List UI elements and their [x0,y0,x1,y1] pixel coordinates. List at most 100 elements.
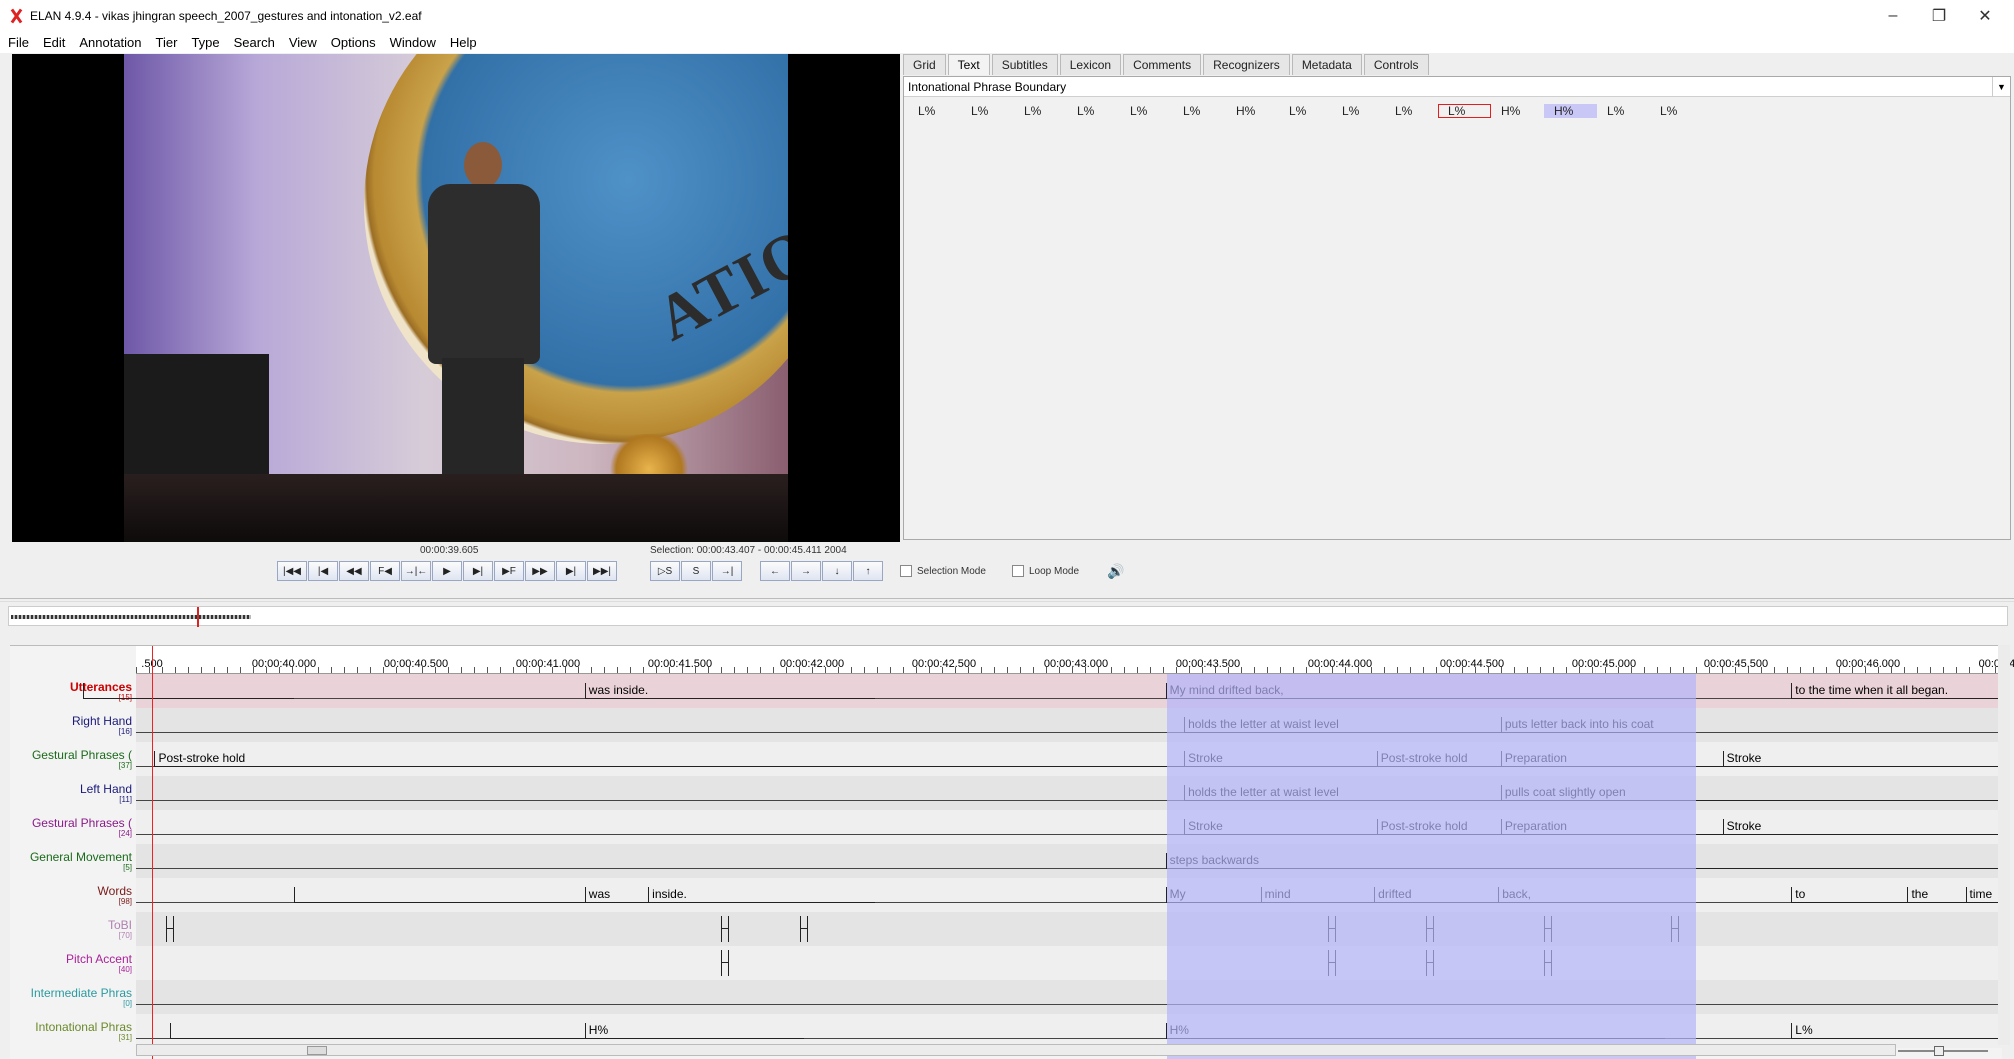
tier-label[interactable]: Gestural Phrases ([24] [10,810,136,844]
annotation[interactable]: to [1791,887,1908,903]
tab-controls[interactable]: Controls [1363,54,1429,75]
playback-button-2[interactable]: ◀◀ [339,561,369,581]
boundary-token[interactable]: L% [1067,104,1120,118]
loop-mode-checkbox[interactable]: Loop Mode [1012,565,1079,577]
playback-button-4[interactable]: →|← [401,561,431,581]
playback-button-3[interactable]: F◀ [370,561,400,581]
volume-icon[interactable]: 🔊 [1104,561,1128,581]
menu-help[interactable]: Help [450,35,477,50]
playback-button-10[interactable]: ▶▶| [587,561,617,581]
vertical-scrollbar[interactable] [1998,645,2010,1045]
tier-track-tobi[interactable] [136,912,2002,946]
tier-track-words[interactable]: wasinside.Myminddriftedback,tothetime [136,878,2011,912]
boundary-token[interactable]: L% [1120,104,1173,118]
menu-window[interactable]: Window [390,35,436,50]
menu-annotation[interactable]: Annotation [79,35,141,50]
annotation[interactable]: was inside. [584,683,876,699]
menu-view[interactable]: View [289,35,317,50]
playback-button-9[interactable]: ▶| [556,561,586,581]
tier-track-utterances[interactable]: was inside.My mind drifted back,to the t… [83,674,2011,708]
annotation[interactable] [170,1023,585,1039]
tier-label[interactable]: Intonational Phras [31] [10,1014,136,1048]
boundary-token[interactable]: L% [1279,104,1332,118]
boundary-token[interactable]: L% [1014,104,1067,118]
boundary-token[interactable]: L% [1332,104,1385,118]
tier-track-general-movement[interactable]: steps backwards [136,844,2011,878]
tier-label[interactable]: Intermediate Phras [0] [10,980,136,1014]
tier-label[interactable]: Left Hand [11] [10,776,136,810]
tab-metadata[interactable]: Metadata [1291,54,1362,75]
annotation[interactable]: was [584,887,649,903]
selection-button-0[interactable]: ▷S [650,561,680,581]
boundary-token[interactable]: H% [1491,104,1544,118]
annotation[interactable]: to the time when it all began. [1791,683,2011,699]
menu-edit[interactable]: Edit [43,35,65,50]
close-button[interactable]: ✕ [1962,0,2008,31]
playback-button-6[interactable]: ▶| [463,561,493,581]
tier-tracks[interactable]: was inside.My mind drifted back,to the t… [83,674,2011,1059]
tab-recognizers[interactable]: Recognizers [1203,54,1290,75]
restore-button[interactable]: ❐ [1916,0,1962,31]
tier-selector[interactable]: Intonational Phrase Boundary ▼ [904,77,2010,97]
navigate-button-2[interactable]: ↓ [822,561,852,581]
selection-mode-box[interactable] [900,565,912,577]
menu-search[interactable]: Search [234,35,275,50]
boundary-token[interactable]: L% [1438,104,1491,118]
tone-marker[interactable] [799,916,809,942]
panel-splitter[interactable] [0,598,2014,602]
navigate-button-3[interactable]: ↑ [853,561,883,581]
tab-lexicon[interactable]: Lexicon [1059,54,1122,75]
annotation[interactable]: the [1907,887,1966,903]
playback-button-0[interactable]: |◀◀ [277,561,307,581]
tone-marker[interactable] [720,916,730,942]
navigate-button-1[interactable]: → [791,561,821,581]
overview-cursor[interactable] [197,607,199,627]
playback-button-5[interactable]: ▶ [432,561,462,581]
tier-label[interactable]: ToBI [70] [10,912,136,946]
zoom-thumb[interactable] [1934,1046,1944,1056]
menu-tier[interactable]: Tier [156,35,178,50]
playback-button-8[interactable]: ▶▶ [525,561,555,581]
boundary-token[interactable]: H% [1544,104,1597,118]
tier-track-intermediate-phrase[interactable] [136,980,2002,1014]
tab-grid[interactable]: Grid [903,54,946,75]
tone-marker[interactable] [720,950,730,976]
overview-timeline[interactable] [8,606,2008,627]
annotation[interactable]: L% [1791,1023,2011,1039]
boundary-token[interactable]: L% [1173,104,1226,118]
video-player[interactable]: ATIONAL [12,54,900,542]
tier-label[interactable]: Gestural Phrases ([37] [10,742,136,776]
selection-button-2[interactable]: →| [712,561,742,581]
menu-type[interactable]: Type [191,35,219,50]
menu-options[interactable]: Options [331,35,376,50]
tier-label[interactable]: Words [98] [10,878,136,912]
tone-marker[interactable] [165,916,175,942]
tier-label[interactable]: General Movement [5] [10,844,136,878]
selection-mode-checkbox[interactable]: Selection Mode [900,565,986,577]
tab-subtitles[interactable]: Subtitles [991,54,1058,75]
boundary-token[interactable]: L% [961,104,1014,118]
minimize-button[interactable]: – [1870,0,1916,31]
selection-button-1[interactable]: S [681,561,711,581]
annotation[interactable]: Post-stroke hold [154,751,1185,767]
playback-button-1[interactable]: |◀ [308,561,338,581]
boundary-token[interactable]: L% [1385,104,1438,118]
tier-label[interactable]: Right Hand [16] [10,708,136,742]
tier-track-right-hand[interactable]: holds the letter at waist levelputs lett… [136,708,2002,742]
tier-track-intonational-phrase[interactable]: H%H%L% [136,1014,2011,1048]
time-ruler[interactable]: .50000:00:40.00000:00:40.50000:00:41.000… [136,646,2014,674]
boundary-token[interactable]: L% [1597,104,1650,118]
boundary-token[interactable]: L% [908,104,961,118]
tab-comments[interactable]: Comments [1123,54,1202,75]
tier-track-gestural-phrases-right[interactable]: Post-stroke holdStrokePost-stroke holdPr… [136,742,2011,776]
horizontal-scrollbar[interactable] [136,1044,1896,1056]
boundary-token[interactable]: L% [1650,104,1703,118]
annotation[interactable] [294,887,585,903]
tier-track-gestural-phrases-left[interactable]: StrokePost-stroke holdPreparationStroke [136,810,2011,844]
menu-file[interactable]: File [8,35,29,50]
scroll-thumb[interactable] [307,1046,327,1055]
annotation[interactable]: Stroke [1722,819,2011,835]
annotation[interactable]: H% [584,1023,804,1039]
annotation[interactable]: inside. [648,887,876,903]
tier-track-pitch-accent[interactable] [136,946,2002,980]
